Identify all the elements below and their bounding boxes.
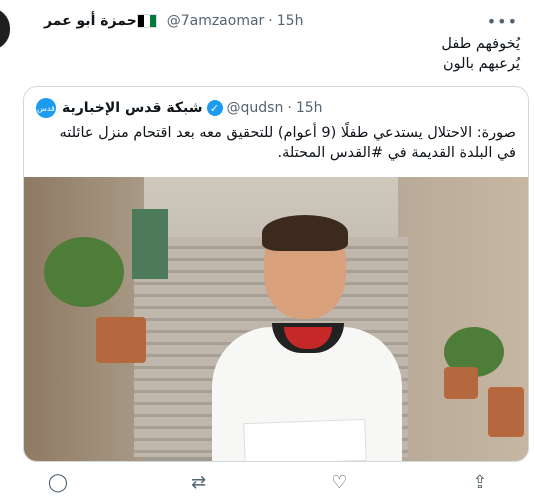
quoted-photo[interactable]	[24, 177, 528, 461]
photo-green-door	[132, 209, 168, 279]
quoted-separator-dot: ·	[287, 100, 292, 116]
share-icon[interactable]: ⇪	[466, 472, 494, 493]
photo-paper	[243, 418, 367, 461]
tweet-time[interactable]: 15h	[277, 13, 304, 29]
photo-pot	[96, 317, 146, 363]
palestine-flag-icon	[136, 14, 157, 28]
quoted-author-name[interactable]: شبكة قدس الإخبارية	[62, 100, 203, 116]
author-name[interactable]: حمزة أبو عمر	[44, 13, 137, 29]
quoted-tweet-header: قدس شبكة قدس الإخبارية ✓ @qudsn · 15h	[36, 97, 516, 119]
more-options-icon[interactable]: •••	[487, 12, 518, 31]
tweet-line-1: يُخوفهم طفل	[441, 36, 520, 52]
tweet-actions: ◯ ⇄ ♡ ⇪	[44, 472, 494, 493]
author-avatar[interactable]	[0, 8, 10, 50]
separator-dot: ·	[268, 13, 273, 29]
quoted-avatar[interactable]: قدس	[36, 98, 56, 118]
author-handle[interactable]: @7amzaomar	[167, 13, 265, 29]
quoted-tweet-text: صورة: الاحتلال يستدعي طفلًا (9 أعوام) لل…	[59, 125, 516, 161]
photo-pot	[444, 367, 478, 399]
photo-plant	[44, 237, 124, 307]
tweet-header: حمزة أبو عمر @7amzaomar · 15h •••	[40, 10, 522, 32]
verified-badge-icon: ✓	[206, 100, 223, 116]
retweet-icon[interactable]: ⇄	[185, 472, 213, 493]
quoted-author-handle[interactable]: @qudsn	[227, 100, 284, 116]
tweet-line-2: يُرعبهم بالون	[442, 56, 520, 72]
photo-boy-hair	[262, 215, 348, 251]
tweet-text: يُخوفهم طفل يُرعبهم بالون	[60, 34, 520, 74]
reply-icon[interactable]: ◯	[44, 472, 72, 493]
quoted-tweet-card[interactable]: قدس شبكة قدس الإخبارية ✓ @qudsn · 15h صو…	[23, 86, 529, 462]
like-icon[interactable]: ♡	[325, 472, 353, 493]
quoted-tweet-time[interactable]: 15h	[296, 100, 323, 116]
photo-pot	[488, 387, 524, 437]
